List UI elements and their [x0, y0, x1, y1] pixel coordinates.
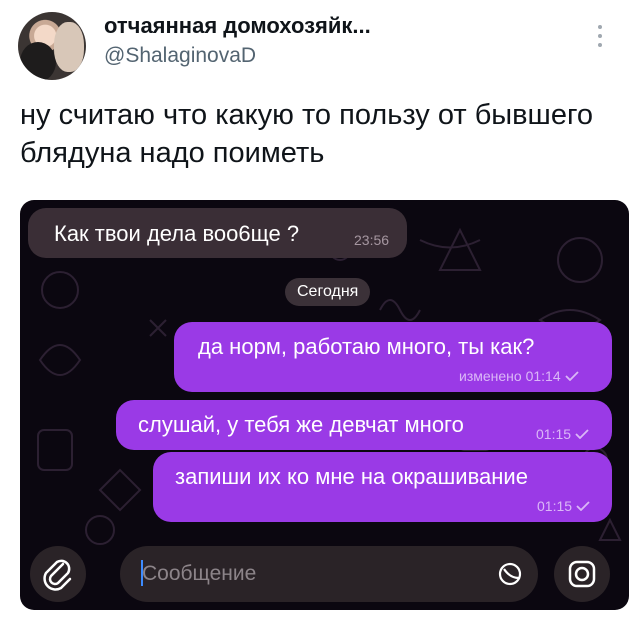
date-divider: Сегодня — [285, 278, 371, 306]
message-text: запиши их ко мне на окрашивание — [175, 464, 528, 489]
author-handle[interactable]: @ShalaginovaD — [104, 44, 256, 68]
message-input[interactable]: Сообщение — [120, 546, 538, 602]
message-input-placeholder: Сообщение — [142, 562, 257, 585]
message-outgoing[interactable]: да норм, работаю много, ты как? изменено… — [174, 322, 612, 392]
message-time: 23:56 — [354, 232, 390, 248]
checkmark-icon — [575, 429, 589, 439]
message-text: Как твои дела воо6ще ? — [54, 221, 300, 246]
message-text: да норм, работаю много, ты как? — [198, 334, 535, 359]
more-vertical-icon[interactable] — [590, 20, 610, 60]
message-outgoing[interactable]: запиши их ко мне на окрашивание 01:15 — [153, 452, 612, 522]
tweet-text: ну считаю что какую то пользу от бывшего… — [20, 99, 594, 169]
checkmark-icon — [564, 371, 579, 381]
sticker-icon[interactable] — [496, 560, 524, 588]
avatar[interactable] — [18, 12, 86, 80]
author-name[interactable]: отчаянная домохозяйк... — [104, 13, 371, 39]
camera-icon — [568, 560, 596, 588]
message-outgoing[interactable]: слушай, у тебя же девчат много 01:15 — [116, 400, 612, 450]
message-incoming[interactable]: Как твои дела воо6ще ? 23:56 — [28, 208, 407, 258]
message-time: 01:15 — [537, 498, 590, 514]
message-time: изменено 01:14 — [459, 368, 579, 384]
paperclip-icon — [43, 559, 72, 591]
attach-button[interactable] — [30, 546, 86, 602]
message-text: слушай, у тебя же девчат много — [138, 412, 464, 437]
camera-button[interactable] — [554, 546, 610, 602]
checkmark-icon — [576, 501, 590, 511]
chat-screenshot: Как твои дела воо6ще ? 23:56 Сегодня да … — [20, 200, 629, 610]
message-time: 01:15 — [536, 426, 589, 442]
